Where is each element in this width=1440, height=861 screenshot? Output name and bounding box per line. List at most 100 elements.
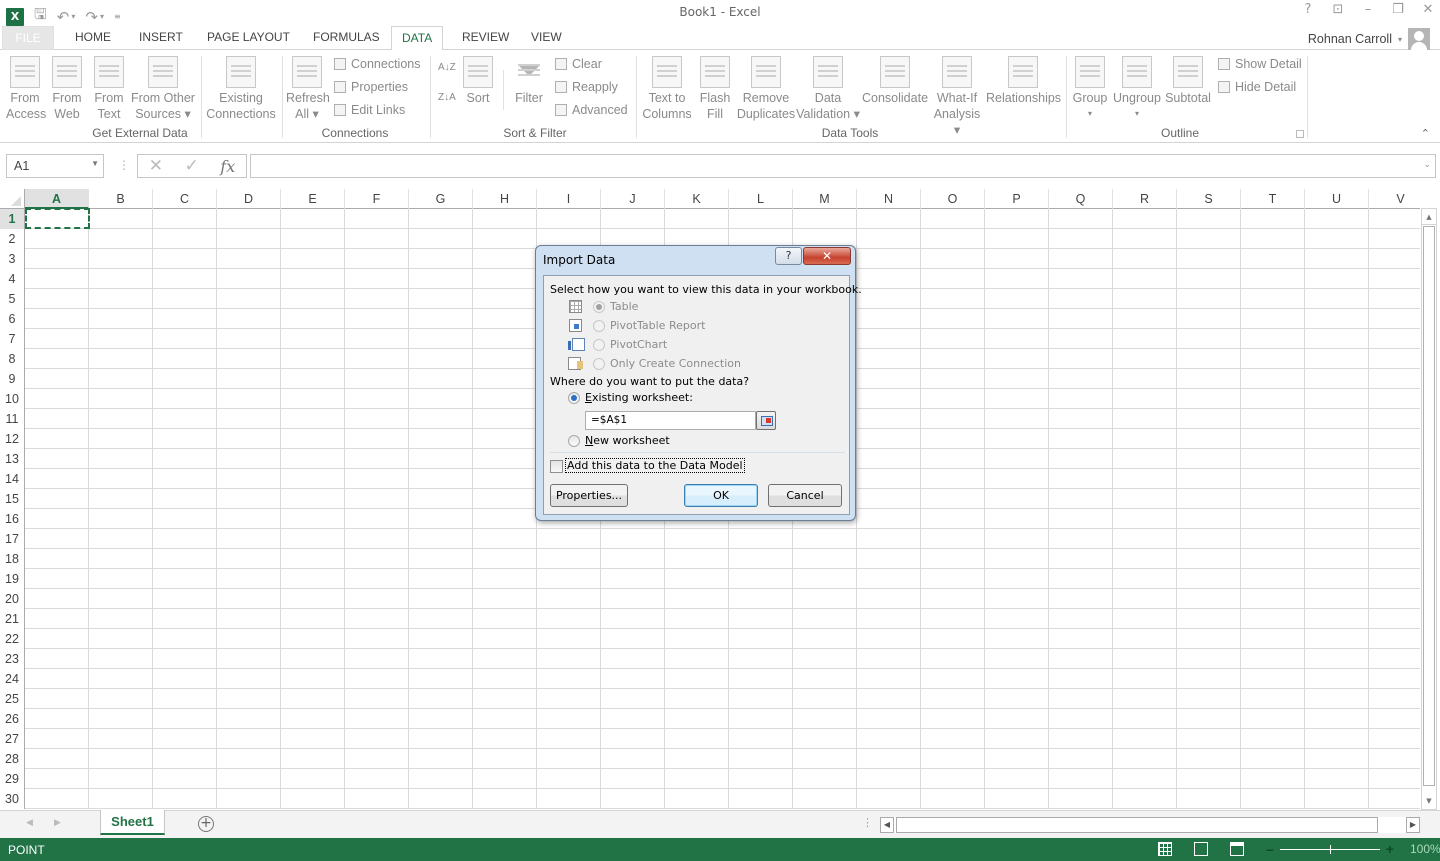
collapse-dialog-icon[interactable] [756,411,776,430]
relationships-button[interactable]: Relationships [986,56,1061,106]
existing-connections-button[interactable]: Existing Connections [206,56,276,122]
row-header[interactable]: 17 [0,529,24,549]
sort-z-to-a-button[interactable]: Z↓A [438,92,456,103]
zoom-out-icon[interactable]: – [1266,841,1274,857]
column-header[interactable]: O [921,189,985,209]
column-header[interactable]: B [89,189,153,209]
enter-icon[interactable]: ✓ [185,156,199,176]
row-header[interactable]: 7 [0,329,24,349]
column-header[interactable]: H [473,189,537,209]
sort-a-to-z-button[interactable]: A↓Z [438,62,456,73]
collapse-ribbon-icon[interactable]: ⌃ [1421,127,1430,140]
name-box[interactable]: A1 ▼ [6,154,104,178]
row-header[interactable]: 24 [0,669,24,689]
from-access-button[interactable]: From Access [6,56,46,122]
edit-links-button[interactable]: Edit Links [334,103,405,117]
row-header[interactable]: 26 [0,709,24,729]
tab-home[interactable]: HOME [65,26,121,50]
row-header[interactable]: 9 [0,369,24,389]
column-header[interactable]: K [665,189,729,209]
row-header[interactable]: 2 [0,229,24,249]
advanced-button[interactable]: Advanced [555,103,628,117]
column-header[interactable]: F [345,189,409,209]
scroll-right-icon[interactable]: ▶ [1406,817,1420,833]
connections-button[interactable]: Connections [334,57,421,71]
column-header[interactable]: I [537,189,601,209]
ribbon-display-icon[interactable]: ⊡ [1330,2,1346,17]
ungroup-button[interactable]: Ungroup ▾ [1112,56,1162,122]
prev-sheet-icon[interactable]: ◀ [26,818,33,828]
tab-split-handle-icon[interactable]: ⋮ [862,816,873,829]
radio-pivottable[interactable] [593,320,605,332]
row-header[interactable]: 4 [0,269,24,289]
normal-view-icon[interactable] [1158,842,1172,856]
show-detail-button[interactable]: Show Detail [1218,57,1302,71]
tab-review[interactable]: REVIEW [452,26,519,50]
filter-button[interactable]: ⏷ Filter [512,56,546,106]
clear-button[interactable]: Clear [555,57,602,71]
remove-duplicates-button[interactable]: Remove Duplicates [736,56,796,122]
page-break-view-icon[interactable] [1230,842,1244,856]
outline-dialog-launcher-icon[interactable] [1296,130,1304,138]
column-header[interactable]: G [409,189,473,209]
row-header[interactable]: 3 [0,249,24,269]
ok-button[interactable]: OK [684,484,758,507]
restore-icon[interactable]: ❐ [1390,2,1406,17]
from-other-sources-button[interactable]: From Other Sources ▾ [130,56,196,122]
row-header[interactable]: 20 [0,589,24,609]
row-header[interactable]: 30 [0,789,24,809]
column-header[interactable]: P [985,189,1049,209]
dialog-close-icon[interactable]: ✕ [803,247,851,265]
minimize-icon[interactable]: – [1360,2,1376,17]
insert-function-icon[interactable]: fx [220,157,235,176]
what-if-analysis-button[interactable]: What-If Analysis ▾ [930,56,984,138]
text-to-columns-button[interactable]: Text to Columns [642,56,692,122]
row-header[interactable]: 18 [0,549,24,569]
page-layout-view-icon[interactable] [1194,842,1208,856]
from-web-button[interactable]: From Web [50,56,84,122]
user-account[interactable]: Rohnan Carroll ▾ [1308,28,1430,50]
scroll-down-icon[interactable]: ▼ [1422,793,1436,809]
tab-insert[interactable]: INSERT [129,26,193,50]
column-header[interactable]: V [1369,189,1420,209]
dialog-help-icon[interactable]: ? [775,247,802,265]
formula-input[interactable]: ⌄ [250,154,1436,178]
column-header[interactable]: D [217,189,281,209]
horizontal-scrollbar[interactable]: ◀ ▶ [880,817,1420,833]
column-header[interactable]: U [1305,189,1369,209]
row-header[interactable]: 28 [0,749,24,769]
close-icon[interactable]: ✕ [1420,2,1436,17]
row-header[interactable]: 15 [0,489,24,509]
hide-detail-button[interactable]: Hide Detail [1218,80,1296,94]
row-header[interactable]: 11 [0,409,24,429]
sort-button[interactable]: Sort [462,56,494,106]
radio-pivotchart[interactable] [593,339,605,351]
cancel-button[interactable]: Cancel [768,484,842,507]
name-box-dropdown-icon[interactable]: ▼ [91,159,99,168]
row-header[interactable]: 27 [0,729,24,749]
tab-view[interactable]: VIEW [521,26,572,50]
help-icon[interactable]: ? [1300,2,1316,17]
range-input[interactable]: =$A$1 [585,411,756,430]
column-header[interactable]: C [153,189,217,209]
vertical-scroll-thumb[interactable] [1423,226,1435,786]
user-dropdown-icon[interactable]: ▾ [1398,35,1402,44]
row-header[interactable]: 23 [0,649,24,669]
cancel-icon[interactable]: ✕ [149,156,163,176]
tab-file[interactable]: FILE [2,26,54,50]
radio-new-worksheet[interactable] [568,435,580,447]
column-header[interactable]: N [857,189,921,209]
subtotal-button[interactable]: Subtotal [1163,56,1213,106]
row-header[interactable]: 13 [0,449,24,469]
row-header[interactable]: 22 [0,629,24,649]
zoom-slider[interactable] [1279,844,1380,854]
horizontal-scroll-thumb[interactable] [896,817,1378,833]
row-header[interactable]: 8 [0,349,24,369]
row-header[interactable]: 19 [0,569,24,589]
add-sheet-icon[interactable]: + [198,816,214,832]
avatar[interactable] [1408,28,1430,50]
consolidate-button[interactable]: Consolidate [862,56,928,106]
refresh-all-button[interactable]: Refresh All ▾ [286,56,330,122]
row-header[interactable]: 14 [0,469,24,489]
data-model-checkbox[interactable] [550,460,563,473]
